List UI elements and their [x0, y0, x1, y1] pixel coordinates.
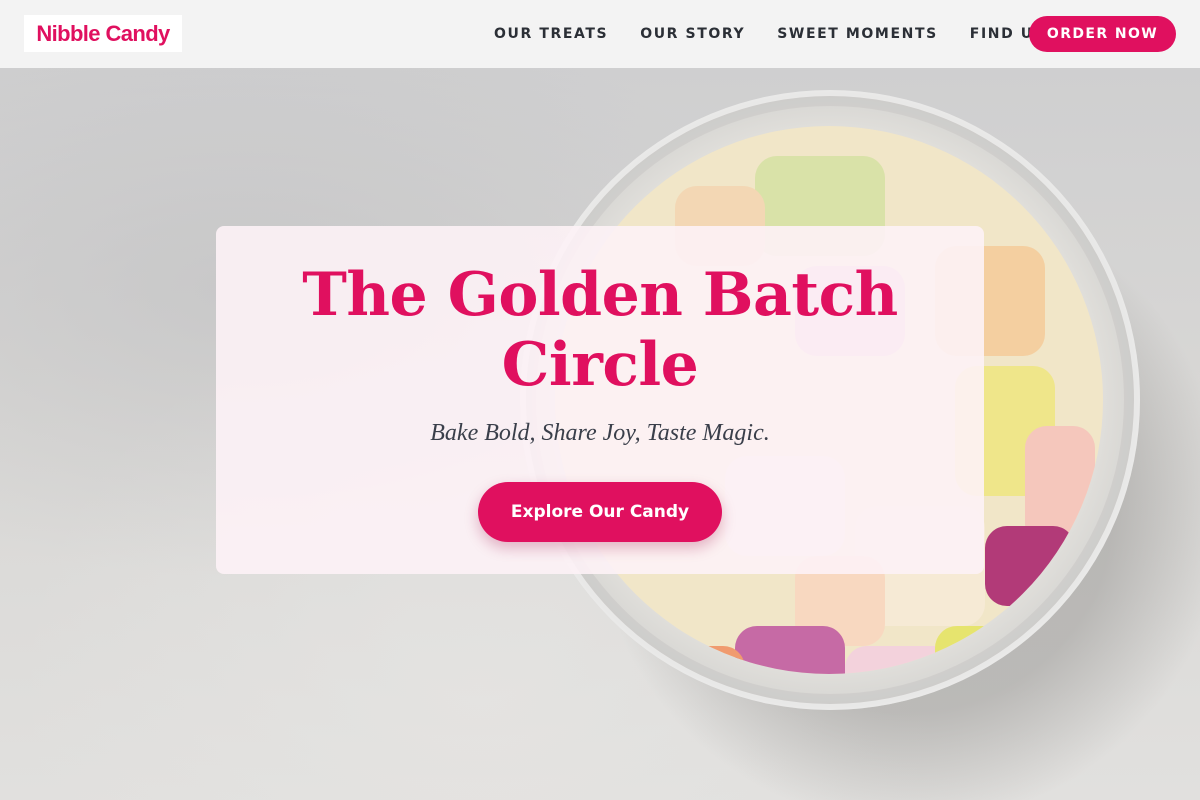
hero-section: The Golden Batch Circle Bake Bold, Share…: [0, 68, 1200, 800]
order-now-button[interactable]: ORDER NOW: [1029, 16, 1176, 52]
site-header: Nibble Candy OUR TREATS OUR STORY SWEET …: [0, 0, 1200, 68]
hero-title: The Golden Batch Circle: [302, 260, 898, 400]
nav-item-our-story[interactable]: OUR STORY: [640, 26, 745, 42]
nav-item-our-treats[interactable]: OUR TREATS: [494, 26, 608, 42]
hero-card: The Golden Batch Circle Bake Bold, Share…: [216, 226, 984, 574]
explore-candy-button[interactable]: Explore Our Candy: [478, 482, 722, 542]
nav-item-sweet-moments[interactable]: SWEET MOMENTS: [777, 26, 938, 42]
hero-tagline: Bake Bold, Share Joy, Taste Magic.: [430, 420, 770, 446]
main-nav: OUR TREATS OUR STORY SWEET MOMENTS FIND …: [478, 0, 1061, 68]
brand-logo[interactable]: Nibble Candy: [24, 15, 182, 52]
